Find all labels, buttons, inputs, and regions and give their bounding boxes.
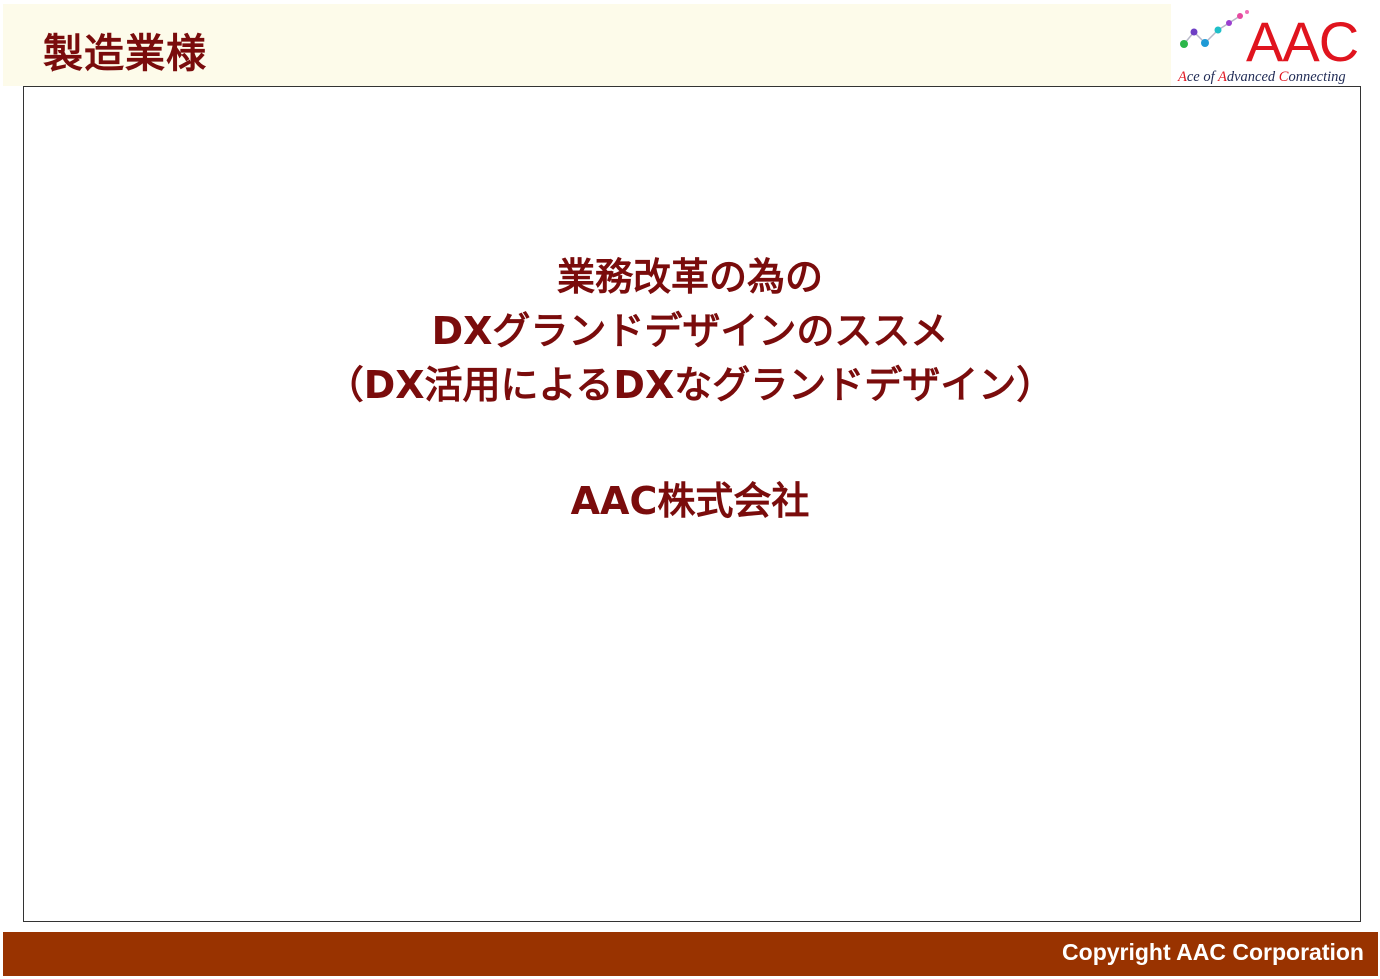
logo-wordmark: AAC bbox=[1246, 10, 1359, 73]
title-line-1: 業務改革の為の bbox=[556, 255, 823, 299]
header-band: 製造業様 bbox=[3, 4, 1171, 86]
logo-tagline-part: A bbox=[1218, 69, 1227, 85]
slide: 製造業様 AAC Ace of Advanced Connecting 業務改革… bbox=[0, 0, 1380, 979]
page-title: 製造業様 bbox=[43, 31, 207, 77]
network-dots-icon bbox=[1180, 10, 1249, 48]
footer-band: Copyright AAC Corporation bbox=[3, 932, 1378, 976]
logo-tagline-part: onnecting bbox=[1288, 69, 1346, 85]
logo-tagline-part: dvanced bbox=[1226, 69, 1279, 85]
document-title: 業務改革の為の DXグランドデザインのススメ （DX活用によるDXなグランドデザ… bbox=[0, 250, 1380, 412]
title-line-3: （DX活用によるDXなグランドデザイン） bbox=[325, 363, 1055, 407]
title-line-2: DXグランドデザインのススメ bbox=[431, 309, 949, 353]
copyright-text: Copyright AAC Corporation bbox=[1062, 939, 1364, 965]
company-name: AAC株式会社 bbox=[570, 479, 810, 523]
logo-tagline: Ace of Advanced Connecting bbox=[1178, 69, 1346, 85]
logo-tagline-part: ce of bbox=[1186, 69, 1218, 85]
company-logo: AAC Ace of Advanced Connecting bbox=[1172, 6, 1376, 86]
logo-tagline-part: A bbox=[1178, 69, 1187, 85]
